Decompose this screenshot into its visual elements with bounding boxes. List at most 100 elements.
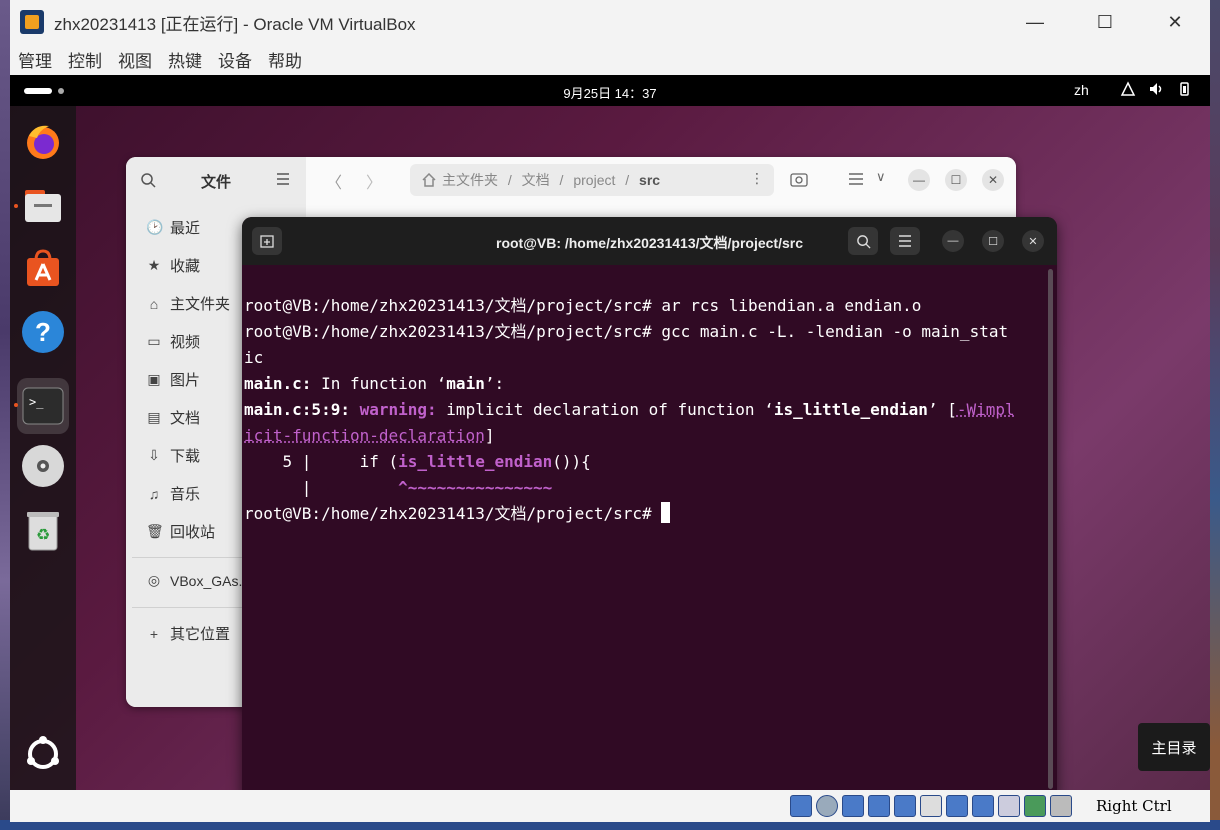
dock: ? >_ ♻ xyxy=(10,106,76,790)
list-view-icon[interactable] xyxy=(848,172,864,186)
show-apps-icon[interactable] xyxy=(21,732,65,776)
video-icon: ▭ xyxy=(147,333,161,349)
terminal-maximize-button[interactable]: ☐ xyxy=(982,230,1004,252)
shared-folders-icon[interactable] xyxy=(920,795,942,817)
host-key-label: Right Ctrl xyxy=(1096,797,1172,815)
path-segment-documents[interactable]: 文档 xyxy=(522,170,550,190)
path-segment-home[interactable]: 主文件夹 xyxy=(442,170,498,190)
sidebar-item-pictures[interactable]: ▣ 图片 xyxy=(146,369,200,390)
status-icons xyxy=(790,795,1072,817)
minimize-button[interactable]: — xyxy=(1000,0,1070,44)
search-icon xyxy=(856,234,871,249)
sidebar-item-recent[interactable]: 🕑 最近 xyxy=(146,217,200,238)
video-capture-icon[interactable] xyxy=(972,795,994,817)
trash-icon[interactable]: ♻ xyxy=(21,508,65,552)
back-icon[interactable]: 〈 xyxy=(326,169,342,193)
kebab-menu-icon[interactable]: ⋮ xyxy=(750,170,764,187)
terminal-icon[interactable]: >_ xyxy=(17,378,69,434)
sidebar-item-label: 图片 xyxy=(170,372,201,389)
keyboard-capture-icon[interactable] xyxy=(1050,795,1072,817)
path-separator: / xyxy=(504,172,516,188)
music-icon: ♫ xyxy=(148,485,160,502)
message-text: ’ [ xyxy=(927,400,957,419)
files-title: 文件 xyxy=(201,174,232,191)
app-center-icon[interactable] xyxy=(21,246,65,290)
gnome-top-bar: 9月25日 14：37 zh xyxy=(10,75,1210,106)
disc-icon[interactable] xyxy=(21,444,65,488)
sidebar-item-vbox-gas[interactable]: ◎ VBox_GAs... xyxy=(146,572,250,589)
audio-icon[interactable] xyxy=(842,795,864,817)
network-icon[interactable] xyxy=(868,795,890,817)
sidebar-item-starred[interactable]: ★ 收藏 xyxy=(146,255,200,276)
files-maximize-button[interactable]: ☐ xyxy=(945,169,967,191)
menu-control[interactable]: 控制 xyxy=(68,47,110,72)
star-icon: ★ xyxy=(147,257,161,273)
terminal-scrollbar[interactable] xyxy=(1048,269,1053,789)
document-icon: ▤ xyxy=(147,409,161,425)
guest-additions-icon[interactable] xyxy=(1024,795,1046,817)
path-separator: / xyxy=(555,172,568,188)
terminal-close-button[interactable]: ✕ xyxy=(1022,230,1044,252)
menu-help[interactable]: 帮助 xyxy=(268,47,310,72)
terminal-output[interactable]: root@VB:/home/zhx20231413/文档/project/src… xyxy=(244,267,1045,579)
dock-running-indicator xyxy=(14,403,18,407)
sidebar-item-home[interactable]: ⌂ 主文件夹 xyxy=(146,293,230,314)
system-tray[interactable] xyxy=(1120,81,1192,97)
help-icon[interactable]: ? xyxy=(21,310,65,354)
sidebar-item-music[interactable]: ♫ 音乐 xyxy=(146,483,200,504)
terminal-line: main.c:5:9: warning: implicit declaratio… xyxy=(244,397,1045,423)
function-name: is_little_endian xyxy=(773,400,928,419)
prompt: root@VB:/home/zhx20231413/文档/project/src… xyxy=(244,504,662,523)
sidebar-item-label: 回收站 xyxy=(170,524,216,541)
files-close-button[interactable]: ✕ xyxy=(982,169,1004,191)
tooltip: 主目录 xyxy=(1138,723,1210,771)
sidebar-item-label: 最近 xyxy=(170,220,201,237)
code-snippet: 5 | if ( xyxy=(244,452,399,471)
optical-drive-icon[interactable] xyxy=(816,795,838,817)
warning-flag[interactable]: -Wimpl xyxy=(957,400,1015,419)
dock-running-indicator xyxy=(14,204,18,208)
input-method-indicator[interactable]: zh xyxy=(1074,82,1089,98)
search-icon[interactable] xyxy=(140,172,156,188)
firefox-icon[interactable] xyxy=(21,120,65,164)
chevron-down-icon[interactable]: ∨ xyxy=(876,169,886,185)
close-button[interactable]: ✕ xyxy=(1140,0,1210,44)
usb-icon[interactable] xyxy=(894,795,916,817)
maximize-button[interactable]: ☐ xyxy=(1070,0,1140,44)
clock[interactable]: 9月25日 14：37 xyxy=(10,83,1210,102)
forward-icon[interactable]: 〉 xyxy=(366,169,382,193)
warning-flag[interactable]: icit-function-declaration xyxy=(244,426,485,445)
path-bar[interactable]: 主文件夹 / 文档 / project / src ⋮ xyxy=(410,164,774,196)
message-text: ’: xyxy=(484,374,505,393)
sidebar-item-videos[interactable]: ▭ 视频 xyxy=(146,331,200,352)
files-minimize-button[interactable]: — xyxy=(908,169,930,191)
path-segment-src[interactable]: src xyxy=(639,172,660,188)
sidebar-item-documents[interactable]: ▤ 文档 xyxy=(146,407,200,428)
terminal-window[interactable]: root@VB: /home/zhx20231413/文档/project/sr… xyxy=(242,217,1057,790)
files-headerbar: 〈 〉 主文件夹 / 文档 / project / src ⋮ ∨ — ☐ ✕ xyxy=(306,157,1016,203)
source-location: main.c:5:9: xyxy=(244,400,360,419)
menu-manage[interactable]: 管理 xyxy=(18,47,60,72)
sidebar-item-trash[interactable]: 🗑 回收站 xyxy=(146,521,215,542)
path-separator: / xyxy=(621,172,634,188)
hard-disk-icon[interactable] xyxy=(790,795,812,817)
display-icon[interactable] xyxy=(946,795,968,817)
menu-view[interactable]: 视图 xyxy=(118,47,160,72)
terminal-minimize-button[interactable]: — xyxy=(942,230,964,252)
terminal-search-button[interactable] xyxy=(848,227,878,255)
hamburger-menu-icon[interactable] xyxy=(276,173,290,185)
search-folder-icon[interactable] xyxy=(790,171,808,189)
cpu-icon[interactable] xyxy=(998,795,1020,817)
sidebar-item-other-locations[interactable]: + 其它位置 xyxy=(146,623,230,644)
virtualbox-app-icon xyxy=(20,10,44,34)
menu-devices[interactable]: 设备 xyxy=(218,47,260,72)
vm-screen[interactable]: 9月25日 14：37 zh ? >_ ♻ 文件 🕑 最近 ★ 收藏 ⌂ 主文件… xyxy=(10,75,1210,790)
menu-hotkeys[interactable]: 热键 xyxy=(168,47,210,72)
window-title: zhx20231413 [正在运行] - Oracle VM VirtualBo… xyxy=(54,14,416,34)
code-snippet: ()){ xyxy=(552,452,591,471)
svg-text:>_: >_ xyxy=(29,395,44,409)
sidebar-item-downloads[interactable]: ⇩ 下载 xyxy=(146,445,200,466)
terminal-menu-button[interactable] xyxy=(890,227,920,255)
path-segment-project[interactable]: project xyxy=(573,172,615,188)
files-icon[interactable] xyxy=(21,184,65,228)
